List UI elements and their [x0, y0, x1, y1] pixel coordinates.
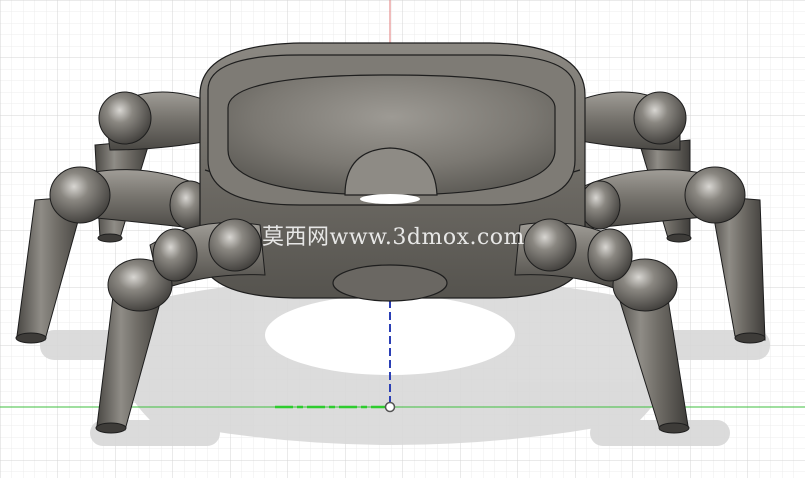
viewport-canvas[interactable]: 莫西网www.3dmox.com — [0, 0, 805, 478]
front-badge — [332, 264, 448, 302]
watermark-text: 莫西网www.3dmox.com — [262, 225, 525, 250]
3d-viewport[interactable]: 莫西网www.3dmox.com — [0, 0, 805, 478]
origin-point[interactable] — [384, 401, 396, 413]
